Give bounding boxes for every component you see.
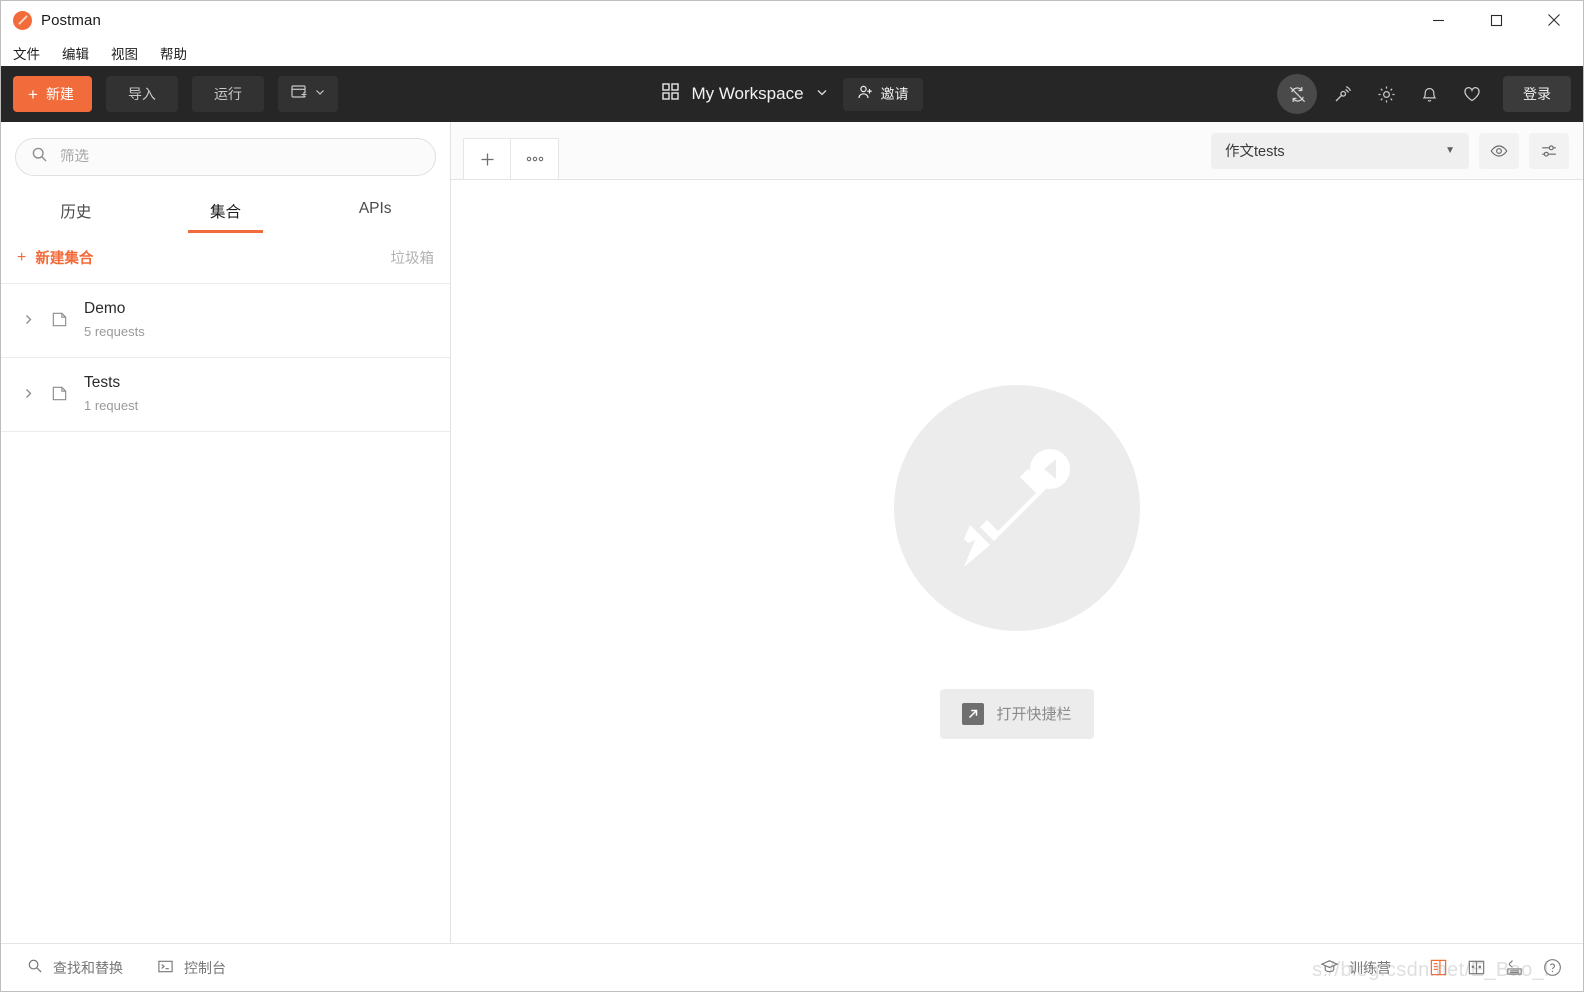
environment-settings-button[interactable] xyxy=(1529,132,1569,169)
menu-item-help[interactable]: 帮助 xyxy=(159,41,188,65)
console-button[interactable]: 控制台 xyxy=(149,954,234,982)
environment-quick-look-button[interactable] xyxy=(1479,132,1519,169)
menu-item-file[interactable]: 文件 xyxy=(12,41,41,65)
plus-icon: + xyxy=(28,84,38,104)
import-button[interactable]: 导入 xyxy=(105,76,178,112)
invite-button[interactable]: 邀请 xyxy=(842,77,923,111)
search-icon xyxy=(31,146,48,168)
collection-name: Demo xyxy=(84,300,126,317)
new-window-icon xyxy=(290,83,308,106)
empty-state-canvas: 打开快捷栏 xyxy=(451,180,1583,943)
menu-bar: 文件 编辑 视图 帮助 xyxy=(1,39,1583,66)
trash-link[interactable]: 垃圾箱 xyxy=(391,247,435,268)
collection-text: Demo 5 requests xyxy=(84,300,145,339)
collection-name: Tests xyxy=(84,374,121,391)
collection-row-tests[interactable]: Tests 1 request xyxy=(1,357,450,431)
person-add-icon xyxy=(857,84,874,104)
caret-down-icon: ▼ xyxy=(1445,145,1455,156)
collection-row-demo[interactable]: Demo 5 requests xyxy=(1,283,450,357)
bootcamp-label: 训练营 xyxy=(1349,959,1391,976)
collection-request-count: 1 request xyxy=(84,398,139,413)
window-controls xyxy=(1409,1,1583,39)
search-icon xyxy=(27,958,43,977)
close-icon[interactable] xyxy=(1525,1,1583,39)
maximize-icon[interactable] xyxy=(1467,1,1525,39)
external-link-icon xyxy=(962,702,985,725)
chevron-down-icon xyxy=(314,85,326,103)
postman-logo-icon xyxy=(13,10,32,30)
collections-subbar: + 新建集合 垃圾箱 xyxy=(1,233,450,283)
bell-icon[interactable] xyxy=(1412,77,1446,111)
tab-bar-buttons xyxy=(463,122,559,179)
collection-list: Demo 5 requests Tests 1 request xyxy=(1,283,450,943)
sidebar-search-wrap xyxy=(1,122,450,176)
app-body: 历史 集合 APIs + 新建集合 垃圾箱 xyxy=(1,122,1583,943)
new-window-button[interactable] xyxy=(277,76,338,112)
find-and-replace-button[interactable]: 查找和替换 xyxy=(19,954,131,982)
keyboard-shortcuts-icon[interactable] xyxy=(1497,952,1531,984)
bootcamp-button[interactable]: 训练营 xyxy=(1312,953,1399,983)
menu-item-edit[interactable]: 编辑 xyxy=(61,41,90,65)
new-collection-label: 新建集合 xyxy=(35,251,94,267)
workspace-name: My Workspace xyxy=(691,84,804,103)
graduation-cap-icon xyxy=(1320,957,1339,979)
chevron-right-icon[interactable] xyxy=(13,313,43,326)
search-input[interactable] xyxy=(60,149,420,165)
collection-request-count: 5 requests xyxy=(84,324,145,339)
two-pane-layout-icon[interactable] xyxy=(1459,952,1493,984)
collection-text: Tests 1 request xyxy=(84,374,138,413)
sidebar-tab-apis[interactable]: APIs xyxy=(300,192,450,233)
login-button[interactable]: 登录 xyxy=(1503,76,1571,112)
request-tab-bar: 作文tests ▼ xyxy=(451,122,1583,180)
postman-window: Postman 文件 编辑 视图 帮助 + 新建 导入 运行 My Worksp… xyxy=(0,0,1584,992)
title-bar: Postman xyxy=(1,1,1583,39)
sidebar: 历史 集合 APIs + 新建集合 垃圾箱 xyxy=(1,122,451,943)
collection-list-divider xyxy=(1,431,450,432)
plus-icon: + xyxy=(17,248,27,266)
find-and-replace-label: 查找和替换 xyxy=(53,959,123,976)
environment-selected-name: 作文tests xyxy=(1225,144,1285,160)
folder-icon xyxy=(43,310,75,329)
title-bar-left: Postman xyxy=(1,10,101,30)
new-button[interactable]: + 新建 xyxy=(13,76,92,112)
app-title: Postman xyxy=(41,11,101,29)
single-pane-layout-icon[interactable] xyxy=(1421,952,1455,984)
workspace-selector[interactable]: My Workspace xyxy=(661,82,828,106)
grid-icon xyxy=(661,82,680,106)
sidebar-tab-history[interactable]: 历史 xyxy=(1,192,151,233)
runner-button[interactable]: 运行 xyxy=(191,76,264,112)
folder-icon xyxy=(43,384,75,403)
search-box[interactable] xyxy=(15,138,436,176)
new-button-label: 新建 xyxy=(45,86,74,102)
status-bar: 查找和替换 控制台 训练营 s://blog.csdn.net/E_Bao_l xyxy=(1,943,1583,991)
new-tab-button[interactable] xyxy=(463,138,511,179)
satellite-icon[interactable] xyxy=(1326,77,1360,111)
environment-area: 作文tests ▼ xyxy=(1211,132,1583,169)
new-collection-button[interactable]: + 新建集合 xyxy=(17,247,93,268)
terminal-icon xyxy=(157,958,174,978)
open-launchpad-label: 打开快捷栏 xyxy=(996,706,1072,723)
console-label: 控制台 xyxy=(184,959,226,976)
heart-icon[interactable] xyxy=(1455,77,1489,111)
app-header: + 新建 导入 运行 My Workspace 邀请 登录 xyxy=(1,66,1583,122)
header-left-toolbar: + 新建 导入 运行 xyxy=(13,76,338,112)
sync-off-icon[interactable] xyxy=(1277,74,1317,114)
status-bar-right: 训练营 xyxy=(1312,952,1569,984)
open-launchpad-button[interactable]: 打开快捷栏 xyxy=(940,688,1094,739)
sidebar-tabs: 历史 集合 APIs xyxy=(1,192,450,233)
tab-options-button[interactable] xyxy=(511,138,559,179)
gear-icon[interactable] xyxy=(1369,77,1403,111)
main-panel: 作文tests ▼ 打开快捷栏 xyxy=(451,122,1583,943)
chevron-down-icon xyxy=(815,85,829,104)
environment-selector[interactable]: 作文tests ▼ xyxy=(1211,132,1469,169)
menu-item-view[interactable]: 视图 xyxy=(110,41,139,65)
postman-pen-watermark-icon xyxy=(894,384,1140,631)
minimize-icon[interactable] xyxy=(1409,1,1467,39)
invite-button-label: 邀请 xyxy=(880,86,909,102)
chevron-right-icon[interactable] xyxy=(13,387,43,400)
help-icon[interactable] xyxy=(1535,952,1569,984)
sidebar-tab-collections[interactable]: 集合 xyxy=(151,192,301,233)
header-right-icons: 登录 xyxy=(1277,74,1571,114)
